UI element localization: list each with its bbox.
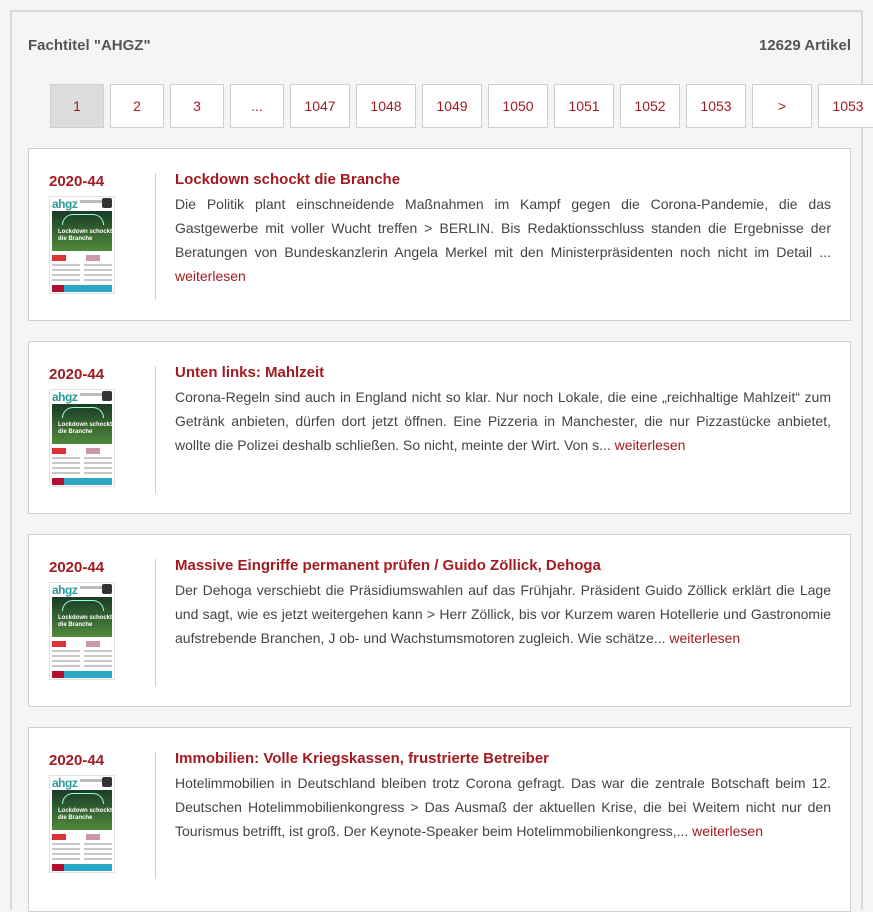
article-body: Lockdown schockt die Branche Die Politik… [175, 171, 831, 288]
article-card: 2020-44 ahgz Lockdown schockt die Branch… [28, 341, 851, 514]
read-more-link[interactable]: weiterlesen [669, 630, 740, 646]
page-1050-button[interactable]: 1050 [488, 84, 548, 128]
article-count: 12629 Artikel [758, 37, 851, 54]
ahgz-logo: ahgz [52, 197, 78, 211]
article-title[interactable]: Unten links: Mahlzeit [175, 364, 831, 381]
article-card: 2020-44 ahgz Lockdown schockt die Branch… [28, 534, 851, 707]
ahgz-logo: ahgz [52, 583, 78, 597]
divider [155, 752, 156, 879]
article-title[interactable]: Immobilien: Volle Kriegskassen, frustrie… [175, 750, 831, 767]
pagination: 1 2 3 ... 1047 1048 1049 1050 1051 1052 … [50, 84, 873, 128]
article-title[interactable]: Lockdown schockt die Branche [175, 171, 831, 188]
article-meta: 2020-44 ahgz Lockdown schockt die Branch… [49, 366, 121, 487]
page-1052-button[interactable]: 1052 [620, 84, 680, 128]
cover-thumbnail[interactable]: ahgz Lockdown schockt die Branche [49, 582, 115, 680]
page-1051-button[interactable]: 1051 [554, 84, 614, 128]
read-more-link[interactable]: weiterlesen [615, 437, 686, 453]
article-card: 2020-44 ahgz Lockdown schockt die Branch… [28, 727, 851, 912]
read-more-link[interactable]: weiterlesen [175, 268, 246, 284]
page-1048-button[interactable]: 1048 [356, 84, 416, 128]
divider [155, 173, 156, 300]
page-1049-button[interactable]: 1049 [422, 84, 482, 128]
divider [155, 559, 156, 686]
article-excerpt: Hotelimmobilien in Deutschland bleiben t… [175, 775, 831, 839]
article-excerpt: Corona-Regeln sind auch in England nicht… [175, 389, 831, 453]
article-excerpt: Die Politik plant einschneidende Maßnahm… [175, 196, 831, 284]
cover-thumbnail[interactable]: ahgz Lockdown schockt die Branche [49, 389, 115, 487]
issue-label[interactable]: 2020-44 [49, 366, 121, 383]
page-1053-button[interactable]: 1053 [686, 84, 746, 128]
page-1-button[interactable]: 1 [50, 84, 104, 128]
article-title[interactable]: Massive Eingriffe permanent prüfen / Gui… [175, 557, 831, 574]
article-body: Immobilien: Volle Kriegskassen, frustrie… [175, 750, 831, 843]
issue-label[interactable]: 2020-44 [49, 173, 121, 190]
read-more-link[interactable]: weiterlesen [692, 823, 763, 839]
page-3-button[interactable]: 3 [170, 84, 224, 128]
ahgz-logo: ahgz [52, 776, 78, 790]
ahgz-logo: ahgz [52, 390, 78, 404]
divider [155, 366, 156, 493]
page-2-button[interactable]: 2 [110, 84, 164, 128]
cover-thumbnail[interactable]: ahgz Lockdown schockt die Branche [49, 775, 115, 873]
last-page-button[interactable]: 1053 [818, 84, 873, 128]
article-meta: 2020-44 ahgz Lockdown schockt die Branch… [49, 173, 121, 294]
issue-label[interactable]: 2020-44 [49, 752, 121, 769]
article-card: 2020-44 ahgz Lockdown schockt die Branch… [28, 148, 851, 321]
publication-title: Fachtitel "AHGZ" [28, 37, 151, 54]
article-body: Unten links: Mahlzeit Corona-Regeln sind… [175, 364, 831, 457]
article-excerpt: Der Dehoga verschiebt die Präsidiumswahl… [175, 582, 831, 646]
cover-thumbnail[interactable]: ahgz Lockdown schockt die Branche [49, 196, 115, 294]
article-body: Massive Eingriffe permanent prüfen / Gui… [175, 557, 831, 650]
list-header: Fachtitel "AHGZ" 12629 Artikel [28, 37, 851, 54]
article-meta: 2020-44 ahgz Lockdown schockt die Branch… [49, 559, 121, 680]
page-ellipsis-button[interactable]: ... [230, 84, 284, 128]
next-page-button[interactable]: > [752, 84, 812, 128]
issue-label[interactable]: 2020-44 [49, 559, 121, 576]
article-meta: 2020-44 ahgz Lockdown schockt die Branch… [49, 752, 121, 873]
page-1047-button[interactable]: 1047 [290, 84, 350, 128]
